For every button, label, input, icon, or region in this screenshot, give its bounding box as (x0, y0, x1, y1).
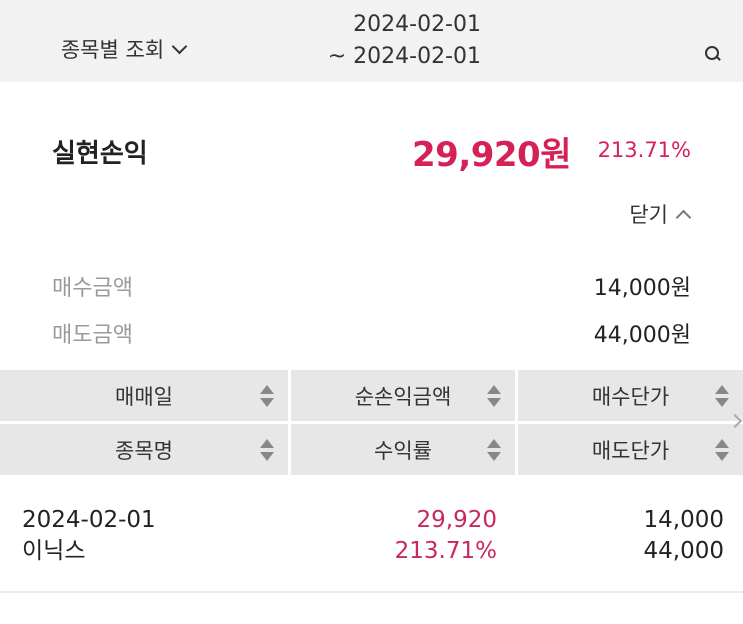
row-divider (0, 591, 743, 593)
sort-icon (260, 438, 274, 462)
row-buy-price: 14,000 (643, 507, 724, 533)
header-sell-price: 매도단가 (591, 438, 670, 463)
realized-pnl-amount: 29,920원 (412, 135, 571, 175)
sell-amount-label: 매도금액 (52, 323, 133, 348)
header-stock-name: 종목명 (115, 438, 173, 463)
sort-icon (487, 438, 501, 462)
stock-view-dropdown[interactable]: 종목별 조회 (0, 0, 246, 82)
table-header: 매매일 순손익금액 매수단가 종목명 수익률 매도단가 (0, 370, 743, 476)
date-range-selector[interactable]: 2024-02-01 ~ 2024-02-01 (248, 0, 495, 82)
collapse-label: 닫기 (629, 203, 668, 227)
sort-icon (487, 384, 501, 408)
header-net-profit: 순손익금액 (354, 384, 452, 409)
chevron-up-icon (675, 209, 692, 225)
sort-icon (260, 384, 274, 408)
stock-view-label: 종목별 조회 (60, 38, 165, 62)
sort-buy-price[interactable]: 매수단가 (518, 370, 743, 421)
sort-stock-name[interactable]: 종목명 (0, 424, 288, 475)
date-to: ~ 2024-02-01 (327, 44, 481, 69)
sort-icon (715, 384, 729, 408)
row-net-profit: 29,920 (416, 507, 497, 533)
row-trade-date: 2024-02-01 (22, 507, 156, 533)
realized-pnl-rate: 213.71% (597, 138, 691, 162)
sort-sell-price[interactable]: 매도단가 (518, 424, 743, 475)
buy-amount-label: 매수금액 (52, 276, 133, 301)
realized-pnl-title: 실현손익 (52, 139, 148, 169)
buy-amount-value: 14,000원 (593, 276, 691, 301)
row-stock-name: 이닉스 (22, 538, 86, 564)
sort-net-profit[interactable]: 순손익금액 (291, 370, 515, 421)
date-from: 2024-02-01 (353, 12, 481, 37)
filter-bar: 종목별 조회 2024-02-01 ~ 2024-02-01 (0, 0, 743, 82)
header-trade-date: 매매일 (115, 384, 173, 409)
header-buy-price: 매수단가 (591, 384, 670, 409)
sort-icon (715, 438, 729, 462)
search-icon (705, 46, 721, 62)
header-return-rate: 수익률 (374, 438, 432, 463)
chevron-down-icon (171, 38, 188, 54)
sell-amount-value: 44,000원 (593, 323, 691, 348)
sort-trade-date[interactable]: 매매일 (0, 370, 288, 421)
sort-return-rate[interactable]: 수익률 (291, 424, 515, 475)
collapse-toggle[interactable]: 닫기 (629, 199, 692, 229)
row-return-rate: 213.71% (394, 538, 497, 564)
row-sell-price: 44,000 (643, 538, 724, 564)
search-button[interactable] (497, 0, 743, 82)
